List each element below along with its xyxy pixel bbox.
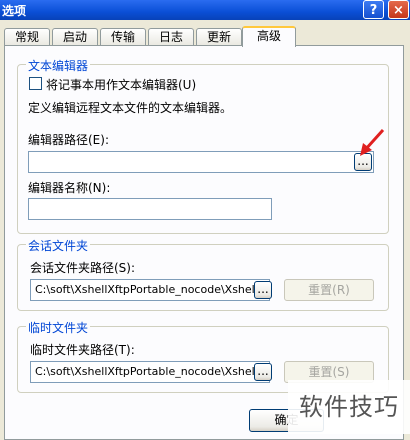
session-path-label: 会话文件夹路径(S): — [30, 261, 136, 275]
editor-description: 定义编辑远程文本文件的文本编辑器。 — [28, 101, 233, 115]
title-bar: 选项 ? × — [0, 0, 410, 20]
help-button[interactable]: ? — [363, 0, 384, 19]
tab-update[interactable]: 更新 — [196, 28, 242, 46]
editor-name-input[interactable] — [28, 198, 272, 220]
temp-path-browse-button[interactable]: ... — [254, 363, 272, 381]
session-folder-group: 会话文件夹 会话文件夹路径(S): C:\soft\XshellXftpPort… — [17, 237, 389, 311]
tab-general[interactable]: 常规 — [4, 28, 50, 46]
close-button[interactable]: × — [388, 0, 409, 19]
use-notepad-label: 将记事本用作文本编辑器(U) — [46, 78, 197, 92]
watermark: 软件技巧 — [288, 380, 410, 434]
temp-path-label: 临时文件夹路径(T): — [30, 343, 135, 357]
text-editor-legend: 文本编辑器 — [26, 57, 91, 74]
window-title: 选项 — [2, 4, 27, 18]
temp-path-input[interactable]: C:\soft\XshellXftpPortable_nocode\Xshell… — [30, 361, 270, 383]
editor-path-label: 编辑器路径(E): — [28, 133, 109, 147]
session-reset-button[interactable]: 重置(R) — [284, 279, 374, 301]
session-folder-legend: 会话文件夹 — [26, 237, 91, 254]
red-arrow-annotation — [360, 128, 385, 156]
editor-name-label: 编辑器名称(N): — [28, 181, 111, 195]
editor-path-input[interactable] — [28, 151, 374, 173]
tab-startup[interactable]: 启动 — [52, 28, 98, 46]
use-notepad-checkbox[interactable] — [29, 77, 42, 90]
session-path-input[interactable]: C:\soft\XshellXftpPortable_nocode\Xshell… — [30, 279, 270, 301]
temp-folder-legend: 临时文件夹 — [26, 319, 91, 336]
text-editor-group: 文本编辑器 将记事本用作文本编辑器(U) 定义编辑远程文本文件的文本编辑器。 编… — [17, 57, 389, 234]
tab-transfer[interactable]: 传输 — [100, 28, 146, 46]
session-path-browse-button[interactable]: ... — [254, 281, 272, 299]
tab-advanced[interactable]: 高级 — [242, 26, 296, 47]
tab-log[interactable]: 日志 — [148, 28, 194, 46]
